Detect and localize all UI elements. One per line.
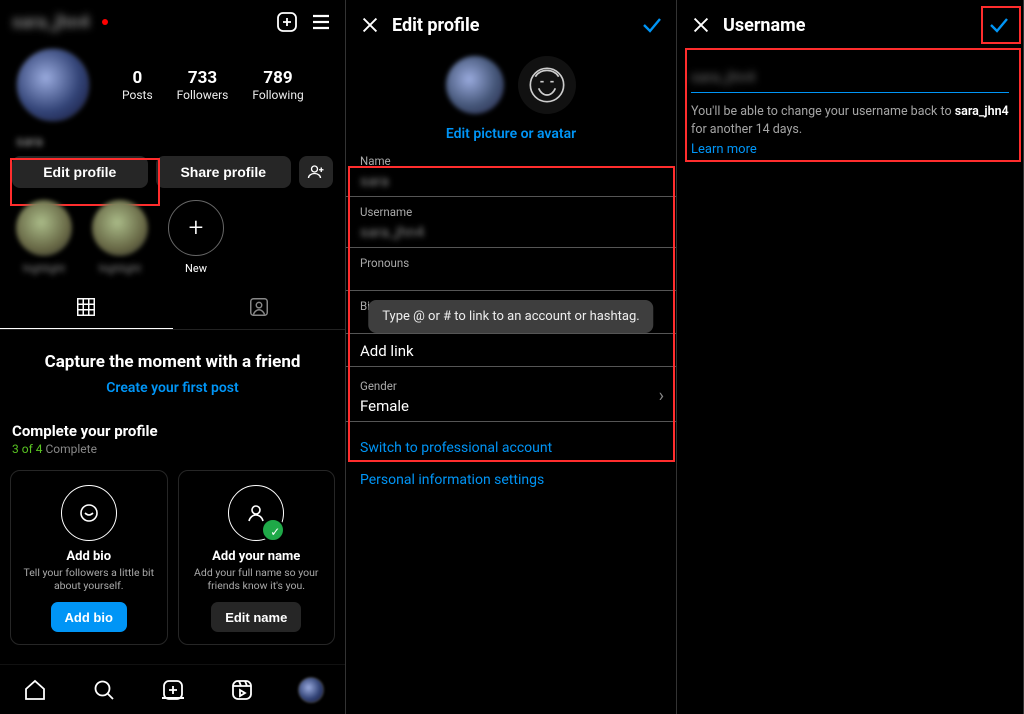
- username-note: You'll be able to change your username b…: [691, 103, 1009, 138]
- bio-icon: [61, 485, 117, 541]
- complete-cards: Add bio Tell your followers a little bit…: [0, 460, 345, 645]
- tab-grid[interactable]: [0, 285, 173, 329]
- edit-picture-link[interactable]: Edit picture or avatar: [346, 126, 676, 142]
- confirm-icon[interactable]: [987, 13, 1011, 37]
- create-icon[interactable]: [275, 10, 299, 34]
- card-title: Add your name: [187, 549, 327, 564]
- profile-tabs: [0, 285, 345, 330]
- add-bio-button[interactable]: Add bio: [51, 602, 127, 632]
- close-icon[interactable]: [689, 13, 713, 37]
- name-icon: [228, 485, 284, 541]
- complete-progress-done: 3 of 4: [12, 442, 42, 456]
- nav-create-icon[interactable]: [160, 677, 186, 703]
- switch-professional-link[interactable]: Switch to professional account: [346, 426, 676, 470]
- story-highlight[interactable]: highlight: [92, 200, 148, 275]
- edit-name-button[interactable]: Edit name: [211, 602, 301, 632]
- screen-title: Username: [723, 15, 805, 36]
- profile-buttons: Edit profile Share profile: [0, 156, 345, 188]
- complete-profile-section: Complete your profile 3 of 4 Complete: [0, 406, 345, 460]
- bio-tooltip: Type @ or # to link to an account or has…: [368, 300, 653, 333]
- notification-dot-icon: [102, 19, 108, 25]
- display-name: sara: [16, 134, 345, 150]
- username-screen: Username sara_jhn4 You'll be able to cha…: [677, 0, 1024, 714]
- photo-avatar[interactable]: [446, 56, 504, 114]
- stat-posts[interactable]: 0Posts: [122, 68, 153, 102]
- profile-header: sara_jhn4: [0, 0, 345, 44]
- empty-title: Capture the moment with a friend: [20, 352, 325, 372]
- edit-profile-screen: Edit profile Edit picture or avatar Name…: [346, 0, 677, 714]
- header-username[interactable]: sara_jhn4: [12, 12, 90, 33]
- discover-people-button[interactable]: [299, 156, 333, 188]
- learn-more-link[interactable]: Learn more: [691, 142, 757, 157]
- complete-progress-rest: Complete: [42, 442, 96, 456]
- field-username[interactable]: Username sara_jhn4: [346, 205, 676, 248]
- card-add-name: Add your name Add your full name so your…: [178, 470, 336, 645]
- personal-info-link[interactable]: Personal information settings: [346, 470, 676, 502]
- field-gender[interactable]: Gender Female ›: [346, 371, 676, 422]
- nav-reels-icon[interactable]: [229, 677, 255, 703]
- bottom-nav: [0, 664, 345, 714]
- menu-icon[interactable]: [309, 10, 333, 34]
- card-title: Add bio: [19, 549, 159, 564]
- card-desc: Tell your followers a little bit about y…: [19, 566, 159, 592]
- edit-header: Edit profile: [346, 0, 676, 50]
- edit-profile-button[interactable]: Edit profile: [12, 156, 148, 188]
- screen-title: Edit profile: [392, 15, 480, 36]
- complete-title: Complete your profile: [12, 422, 333, 440]
- card-desc: Add your full name so your friends know …: [187, 566, 327, 592]
- empty-state: Capture the moment with a friend Create …: [0, 330, 345, 406]
- nav-search-icon[interactable]: [91, 677, 117, 703]
- close-icon[interactable]: [358, 13, 382, 37]
- field-name[interactable]: Name sara: [346, 154, 676, 197]
- avatar-picker[interactable]: [346, 56, 676, 114]
- stats-row: 0Posts 733Followers 789Following: [0, 44, 345, 126]
- story-highlights: highlight highlight +New: [0, 188, 345, 279]
- story-highlight[interactable]: highlight: [16, 200, 72, 275]
- field-add-link[interactable]: Add link: [346, 338, 676, 367]
- cartoon-avatar-icon[interactable]: [518, 56, 576, 114]
- chevron-right-icon: ›: [659, 386, 664, 407]
- create-first-post-link[interactable]: Create your first post: [106, 380, 238, 396]
- field-stack: Name sara Username sara_jhn4 Pronouns Bi…: [346, 154, 676, 422]
- stat-followers[interactable]: 733Followers: [177, 68, 229, 102]
- username-input[interactable]: sara_jhn4: [691, 68, 1009, 93]
- nav-profile-avatar[interactable]: [298, 677, 324, 703]
- profile-avatar[interactable]: [16, 48, 90, 122]
- nav-home-icon[interactable]: [22, 677, 48, 703]
- username-header: Username: [677, 0, 1023, 50]
- tab-tagged[interactable]: [173, 285, 346, 329]
- field-pronouns[interactable]: Pronouns: [346, 256, 676, 291]
- confirm-icon[interactable]: [640, 13, 664, 37]
- story-new[interactable]: +New: [168, 200, 224, 275]
- profile-screen: sara_jhn4 0Posts 733Followers 789Followi…: [0, 0, 346, 714]
- share-profile-button[interactable]: Share profile: [156, 156, 292, 188]
- card-add-bio: Add bio Tell your followers a little bit…: [10, 470, 168, 645]
- stat-following[interactable]: 789Following: [252, 68, 303, 102]
